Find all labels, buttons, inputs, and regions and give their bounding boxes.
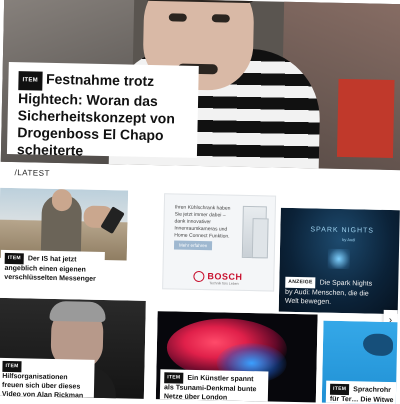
article-card[interactable]: SPARK NIGHTS by Audi ANZEIGE Die Spark Ni… [278, 207, 400, 315]
hero-red-object [336, 78, 395, 159]
hero-mask-eye-left [168, 13, 187, 22]
article-tag: ITEM [164, 372, 184, 384]
hero-headline[interactable]: ITEM Festnahme trotz Hightech: Woran das … [17, 70, 189, 162]
spark-nights-logo-text: SPARK NIGHTS [310, 226, 375, 235]
article-card[interactable]: ITEMHilfsorganisationen freuen sich über… [0, 297, 146, 401]
article-card[interactable]: ITEM Ein Künstler spannt als Tsunami-Denk… [155, 311, 318, 404]
article-caption: ITEMSprachrohr für Ter… Die Witwe eines … [325, 380, 400, 404]
article-caption: ANZEIGE Die Spark Nights by Audi: Mensche… [281, 274, 386, 306]
hero-headline-card[interactable]: ITEM Festnahme trotz Hightech: Woran das … [6, 61, 199, 159]
twitter-bird-icon [362, 333, 394, 357]
bosch-logo-icon [193, 270, 205, 283]
page: ITEM Festnahme trotz Hightech: Woran das … [0, 0, 400, 404]
ad-text: Ihren Kühlschrank haben Sie jetzt immer … [174, 204, 231, 240]
article-tag: ITEM [4, 252, 25, 265]
article-card[interactable]: ITEM Der IS hat jetzt angeblich einen eig… [0, 187, 129, 297]
spark-icon [327, 248, 351, 270]
advertisement[interactable]: Ihren Kühlschrank haben Sie jetzt immer … [162, 193, 277, 292]
article-title: Hilfsorganisationen freuen sich über die… [1, 372, 84, 400]
article-caption: ITEM Ein Künstler spannt als Tsunami-Denk… [159, 369, 269, 404]
ad-brand-tagline: Technik fürs Leben [209, 281, 239, 286]
ad-fridge-image-2 [251, 218, 269, 259]
article-tag: ITEM [2, 360, 22, 373]
article-caption: ITEMHilfsorganisationen freuen sich über… [0, 357, 95, 400]
spark-nights-logo-subtext: by Audi [342, 236, 356, 243]
latest-section-label: /LATEST [14, 168, 50, 178]
article-tag: ANZEIGE [285, 276, 316, 289]
hero-mask-eye-right [211, 14, 230, 23]
article-caption: ITEM Der IS hat jetzt angeblich einen eig… [0, 249, 105, 291]
ad-cta-button[interactable]: Mehr erfahren [173, 240, 213, 251]
hero-tag: ITEM [18, 71, 43, 91]
article-card[interactable]: ITEMSprachrohr für Ter… Die Witwe eines … [321, 320, 400, 404]
article-tag: ITEM [329, 383, 350, 396]
ad-brand: BOSCH [207, 271, 243, 282]
